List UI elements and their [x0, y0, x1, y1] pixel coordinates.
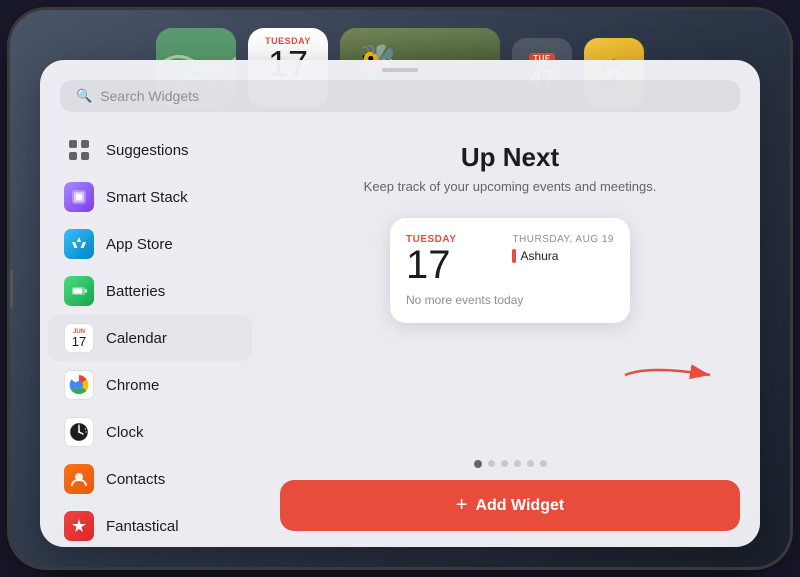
- app-store-icon: [64, 229, 94, 259]
- contacts-icon: [64, 464, 94, 494]
- cal-icon-num: 17: [72, 335, 86, 348]
- smart-stack-icon: [64, 182, 94, 212]
- dot-1: [474, 460, 482, 468]
- suggestions-label: Suggestions: [106, 142, 189, 159]
- widget-subtitle: Keep track of your upcoming events and m…: [364, 179, 657, 194]
- calendar-widget-preview: TUESDAY 17 THURSDAY, AUG 19 Ashura: [390, 218, 630, 323]
- cal-widget-top: TUESDAY 17 THURSDAY, AUG 19 Ashura: [406, 234, 614, 285]
- right-arrow: [620, 355, 720, 395]
- sidebar-item-clock[interactable]: Clock: [48, 409, 252, 455]
- sidebar-item-smart-stack[interactable]: Smart Stack: [48, 174, 252, 220]
- search-bar-container: 🔍 Search Widgets: [40, 76, 760, 122]
- batteries-icon: [64, 276, 94, 306]
- event-name: Ashura: [520, 249, 558, 263]
- add-widget-plus: +: [456, 494, 468, 517]
- cal-widget-left: TUESDAY 17: [406, 234, 456, 285]
- event-dot: [512, 249, 516, 263]
- sidebar-item-fantastical[interactable]: Fantastical: [48, 503, 252, 547]
- device-frame: TUESDAY 17 TUE 47 🏠 🔍 Search Widgets: [10, 10, 790, 567]
- batteries-label: Batteries: [106, 283, 165, 300]
- dot-6: [540, 460, 547, 467]
- dot-3: [501, 460, 508, 467]
- dot-4: [514, 460, 521, 467]
- contacts-label: Contacts: [106, 471, 165, 488]
- app-store-label: App Store: [106, 236, 173, 253]
- device-screen: TUESDAY 17 TUE 47 🏠 🔍 Search Widgets: [10, 10, 790, 567]
- sidebar-item-batteries[interactable]: Batteries: [48, 268, 252, 314]
- search-placeholder: Search Widgets: [100, 88, 199, 104]
- smart-stack-label: Smart Stack: [106, 189, 188, 206]
- add-widget-label: Add Widget: [475, 497, 564, 515]
- cal-widget-day-num: 17: [406, 245, 456, 285]
- fantastical-icon: [64, 511, 94, 541]
- clock-label: Clock: [106, 424, 144, 441]
- add-widget-button[interactable]: + Add Widget: [280, 480, 740, 531]
- search-icon: 🔍: [76, 88, 92, 104]
- chrome-icon: [64, 370, 94, 400]
- panel-content: Suggestions Smart Stack: [40, 122, 760, 547]
- sidebar-item-chrome[interactable]: Chrome: [48, 362, 252, 408]
- fantastical-label: Fantastical: [106, 518, 179, 535]
- sidebar-item-calendar[interactable]: JUN 17 Calendar: [48, 315, 252, 361]
- widget-panel: 🔍 Search Widgets: [40, 60, 760, 547]
- widget-title: Up Next: [461, 142, 559, 173]
- pull-bar: [382, 68, 418, 72]
- cal-widget-right: THURSDAY, AUG 19 Ashura: [512, 234, 614, 285]
- clock-icon: [64, 417, 94, 447]
- calendar-icon: JUN 17: [64, 323, 94, 353]
- suggestions-icon: [64, 135, 94, 165]
- dot-2: [488, 460, 495, 467]
- sidebar: Suggestions Smart Stack: [40, 122, 260, 547]
- main-area: Up Next Keep track of your upcoming even…: [260, 122, 760, 547]
- calendar-label: Calendar: [106, 330, 167, 347]
- side-handle: [10, 269, 13, 309]
- pagination-dots: [474, 460, 547, 468]
- chrome-label: Chrome: [106, 377, 159, 394]
- search-bar[interactable]: 🔍 Search Widgets: [60, 80, 740, 112]
- pull-indicator: [40, 60, 760, 76]
- cal-widget-no-events: No more events today: [406, 293, 614, 307]
- arrow-container: [620, 355, 720, 400]
- dot-5: [527, 460, 534, 467]
- sidebar-item-app-store[interactable]: App Store: [48, 221, 252, 267]
- sidebar-item-contacts[interactable]: Contacts: [48, 456, 252, 502]
- sidebar-item-suggestions[interactable]: Suggestions: [48, 127, 252, 173]
- cal-next-label: THURSDAY, AUG 19: [512, 234, 614, 245]
- cal-event: Ashura: [512, 249, 558, 263]
